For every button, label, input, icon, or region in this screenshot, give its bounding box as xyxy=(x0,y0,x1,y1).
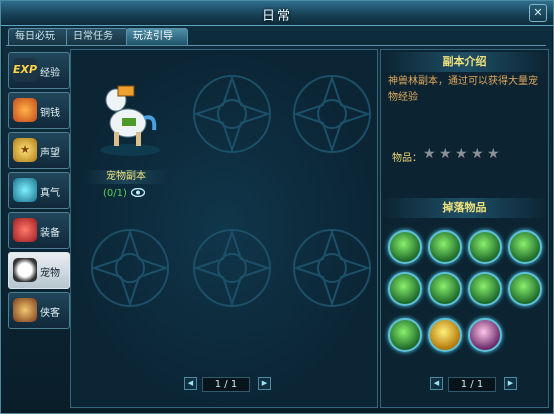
dungeon-description: 神兽林副本，通过可以获得大量宠物经验 xyxy=(388,76,538,103)
drop-item-spellbook[interactable] xyxy=(428,230,462,264)
sidebar-item-label: 真气 xyxy=(40,188,60,199)
page-indicator: 1 / 1 xyxy=(448,377,496,392)
spirit-icon xyxy=(13,178,37,202)
sidebar-item-label: 声望 xyxy=(40,148,60,159)
sidebar-item-label: 铜钱 xyxy=(40,108,60,119)
page-indicator: 1 / 1 xyxy=(202,377,250,392)
tab-gameplay-guide[interactable]: 玩法引导 xyxy=(126,28,188,45)
right-arrow-icon: ▶ xyxy=(261,379,268,387)
sidebar-item-pet[interactable]: 宠物 xyxy=(8,252,70,289)
sidebar-item-copper[interactable]: 铜钱 xyxy=(8,92,70,129)
drops-header: 掉落物品 xyxy=(381,198,548,218)
trophy-icon: ★ xyxy=(13,138,37,162)
drop-item-spellbook[interactable] xyxy=(508,230,542,264)
sidebar-item-reputation[interactable]: ★ 声望 xyxy=(8,132,70,169)
drop-item-spellbook[interactable] xyxy=(388,272,422,306)
title-bar[interactable]: 日常 ✕ xyxy=(1,1,553,26)
sidebar-item-label: 侠客 xyxy=(40,308,60,319)
dungeon-slot-empty-3 xyxy=(286,68,378,160)
star-icon: ★ xyxy=(439,146,452,162)
panda-icon xyxy=(13,258,37,282)
sidebar-item-hero[interactable]: 侠客 xyxy=(8,292,70,329)
drop-item-spellbook[interactable] xyxy=(428,272,462,306)
drop-item-spellbook[interactable] xyxy=(388,230,422,264)
dungeon-slot-empty-2 xyxy=(186,68,278,160)
coin-bag-icon xyxy=(13,98,37,122)
close-button[interactable]: ✕ xyxy=(529,4,547,22)
sidebar-item-label: 经验 xyxy=(40,68,60,79)
next-page-button[interactable]: ▶ xyxy=(504,377,517,390)
close-icon: ✕ xyxy=(533,6,543,19)
intro-header: 副本介绍 xyxy=(381,52,548,72)
next-page-button[interactable]: ▶ xyxy=(258,377,271,390)
hero-icon xyxy=(13,298,37,322)
sidebar-item-spirit[interactable]: 真气 xyxy=(8,172,70,209)
star-icon: ★ xyxy=(487,146,500,162)
exp-icon: EXP xyxy=(13,58,37,82)
sidebar-item-equipment[interactable]: 装备 xyxy=(8,212,70,249)
empty-slot-emblem-icon xyxy=(90,228,170,308)
sidebar-item-exp[interactable]: EXP 经验 xyxy=(8,52,70,89)
dungeon-slot-empty-5 xyxy=(186,222,278,314)
eye-icon[interactable] xyxy=(131,188,145,197)
dungeon-name: 宠物副本 xyxy=(84,170,168,184)
drop-item-spellbook[interactable] xyxy=(508,272,542,306)
drop-item-spellbook[interactable] xyxy=(388,318,422,352)
empty-slot-emblem-icon xyxy=(192,74,272,154)
dungeon-slot-empty-4 xyxy=(84,222,176,314)
sidebar-item-label: 宠物 xyxy=(40,268,60,279)
tab-daily-must-play[interactable]: 每日必玩 xyxy=(8,28,70,45)
drop-item-pet-egg[interactable] xyxy=(468,318,502,352)
right-arrow-icon: ▶ xyxy=(507,379,514,387)
item-rating-label: 物品： xyxy=(392,153,422,164)
prev-page-button[interactable]: ◀ xyxy=(184,377,197,390)
empty-slot-emblem-icon xyxy=(292,74,372,154)
star-icon: ★ xyxy=(423,146,436,162)
dungeon-progress: (0/1) xyxy=(103,188,127,199)
sidebar-item-label: 装备 xyxy=(40,228,60,239)
main-pager: ◀ 1 / 1 ▶ xyxy=(184,377,274,392)
star-icon: ★ xyxy=(455,146,468,162)
left-arrow-icon: ◀ xyxy=(187,379,194,387)
pet-horse-icon xyxy=(100,85,160,156)
left-arrow-icon: ◀ xyxy=(433,379,440,387)
armor-icon xyxy=(13,218,37,242)
prev-page-button[interactable]: ◀ xyxy=(430,377,443,390)
tab-divider xyxy=(6,45,546,46)
drops-pager: ◀ 1 / 1 ▶ xyxy=(430,377,520,392)
drop-item-gold-orb[interactable] xyxy=(428,318,462,352)
dungeon-slot-empty-6 xyxy=(286,222,378,314)
drop-item-spellbook[interactable] xyxy=(468,272,502,306)
drop-item-spellbook[interactable] xyxy=(468,230,502,264)
star-icon: ★ xyxy=(471,146,484,162)
tab-daily-tasks[interactable]: 日常任务 xyxy=(66,28,128,45)
empty-slot-emblem-icon xyxy=(292,228,372,308)
window-title: 日常 xyxy=(261,9,292,24)
empty-slot-emblem-icon xyxy=(192,228,272,308)
dungeon-slot-pet[interactable] xyxy=(84,68,176,160)
